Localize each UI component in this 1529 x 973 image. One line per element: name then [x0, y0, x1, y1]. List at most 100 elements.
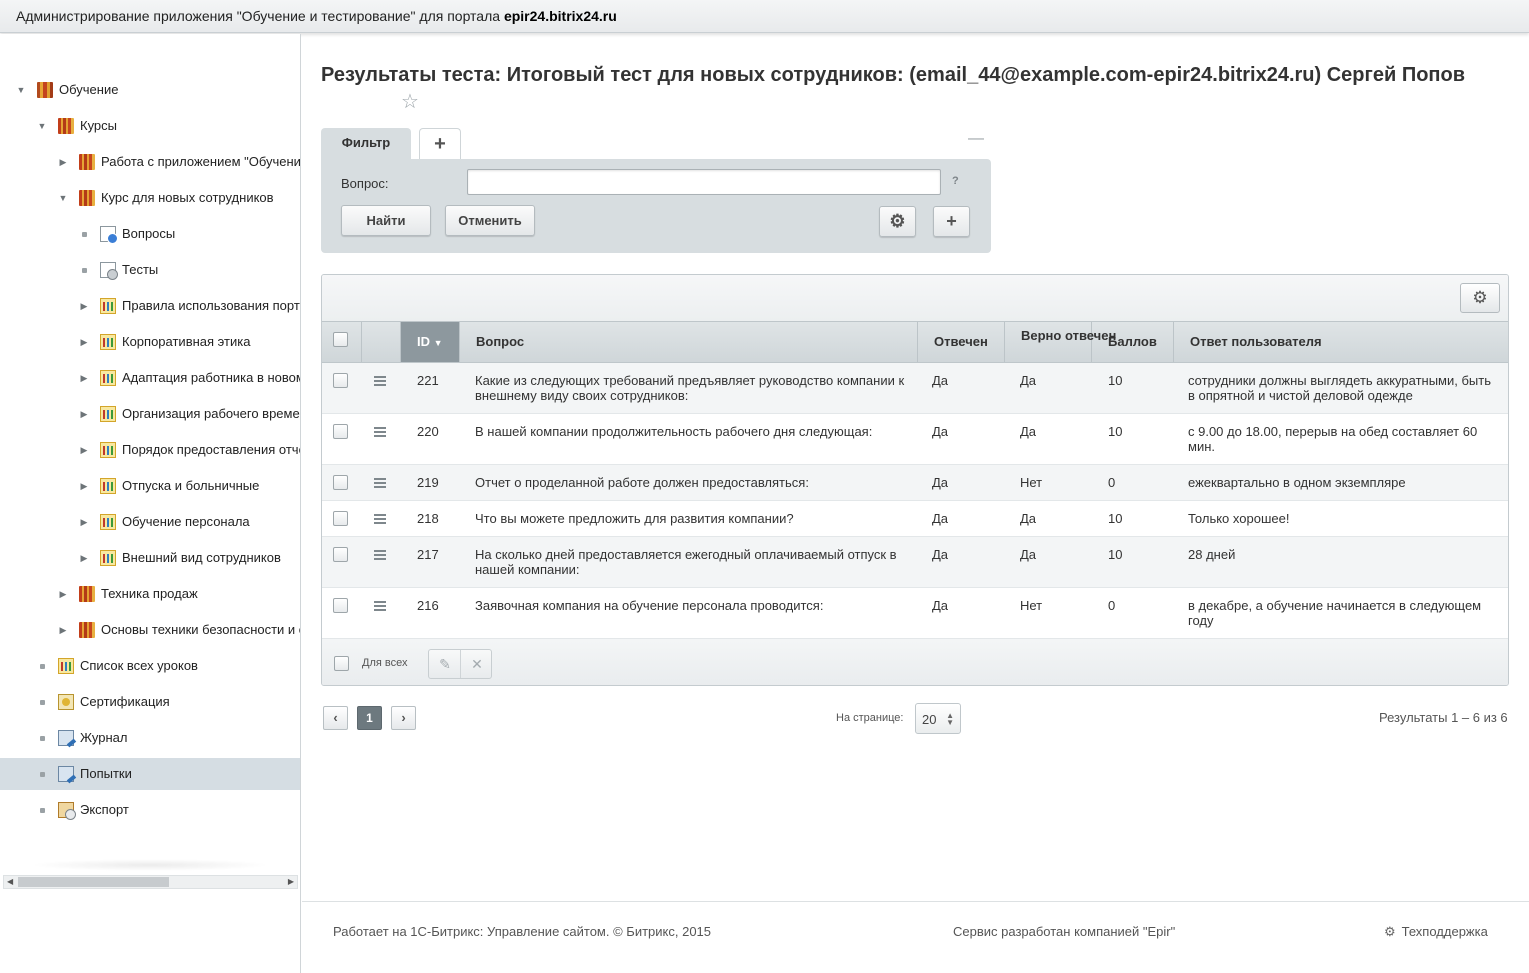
row-menu-icon[interactable]	[374, 514, 386, 524]
test-doc-icon	[100, 262, 118, 280]
chart-icon	[100, 478, 116, 494]
expand-arrow-icon[interactable]: ▶	[79, 470, 89, 502]
edit-pencil-icon[interactable]: ✎	[429, 650, 461, 678]
sidebar-item[interactable]: ▼ Курсы	[0, 110, 300, 142]
scroll-right-arrow-icon[interactable]: ▶	[288, 876, 294, 888]
row-menu-icon[interactable]	[374, 601, 386, 611]
expand-arrow-icon[interactable]: ▶	[58, 146, 68, 178]
sidebar-item[interactable]: ▶ Организация рабочего времени	[0, 398, 300, 430]
bullet-icon	[37, 758, 47, 790]
page-title: Результаты теста: Итоговый тест для новы…	[321, 64, 1466, 86]
sidebar-item[interactable]: Сертификация	[0, 686, 300, 718]
expand-arrow-icon[interactable]: ▶	[79, 398, 89, 430]
table-row[interactable]: 216 Заявочная компания на обучение персон…	[322, 588, 1508, 639]
sidebar-item[interactable]: ▶ Порядок предоставления отчетности	[0, 434, 300, 466]
support-link[interactable]: ⚙ Техподдержка	[1384, 924, 1488, 940]
sidebar-item[interactable]: ▶ Обучение персонала	[0, 506, 300, 538]
sidebar-item[interactable]: ▶ Работа с приложением "Обучение и тестир…	[0, 146, 300, 178]
current-page-button[interactable]: 1	[357, 706, 382, 730]
cell-score: 0	[1108, 475, 1116, 490]
sidebar-item[interactable]: Журнал	[0, 722, 300, 754]
sidebar-shadow	[30, 859, 270, 871]
expand-arrow-icon[interactable]: ▶	[79, 506, 89, 538]
sidebar-item[interactable]: Попытки	[0, 758, 300, 790]
sidebar-item[interactable]: ▶ Корпоративная этика	[0, 326, 300, 358]
expand-arrow-icon[interactable]: ▶	[79, 362, 89, 394]
sidebar-item[interactable]: ▶ Адаптация работника в новом коллективе	[0, 362, 300, 394]
expand-arrow-icon[interactable]: ▶	[58, 614, 68, 646]
sidebar-item-label: Корпоративная этика	[122, 334, 251, 349]
sidebar-item[interactable]: ▶ Отпуска и больничные	[0, 470, 300, 502]
row-checkbox[interactable]	[333, 598, 348, 613]
row-checkbox[interactable]	[333, 424, 348, 439]
column-header-answered[interactable]: Отвечен	[918, 322, 1005, 362]
expand-arrow-icon[interactable]: ▶	[79, 326, 89, 358]
table-row[interactable]: 220 В нашей компании продолжительность ра…	[322, 414, 1508, 465]
next-page-button[interactable]: ›	[391, 706, 416, 730]
sidebar-item[interactable]: ▶ Внешний вид сотрудников	[0, 542, 300, 574]
sidebar-item[interactable]: ▶ Основы техники безопасности и охраны тр…	[0, 614, 300, 646]
row-menu-icon[interactable]	[374, 427, 386, 437]
collapse-arrow-icon[interactable]: ▼	[58, 182, 68, 214]
attempts-icon	[58, 766, 74, 782]
cell-correct: Да	[1020, 373, 1037, 388]
sidebar-item[interactable]: Список всех уроков	[0, 650, 300, 682]
cell-answered: Да	[932, 373, 949, 388]
sidebar-horizontal-scrollbar[interactable]: ◀ ▶	[3, 875, 298, 889]
help-icon[interactable]: ?	[952, 175, 959, 187]
sidebar-item[interactable]: ▼ Обучение	[0, 74, 300, 106]
table-row[interactable]: 221 Какие из следующих требований предъяв…	[322, 363, 1508, 414]
sidebar-item[interactable]: Экспорт	[0, 794, 300, 826]
filter-settings-gear-icon[interactable]: ⚙	[879, 206, 916, 237]
row-checkbox[interactable]	[333, 373, 348, 388]
per-page-select[interactable]: 20 ▲ ▼	[915, 703, 961, 734]
row-checkbox[interactable]	[333, 547, 348, 562]
row-checkbox[interactable]	[333, 511, 348, 526]
column-header-score[interactable]: Баллов	[1092, 322, 1174, 362]
prev-page-button[interactable]: ‹	[323, 706, 348, 730]
footer-powered-by: Работает на 1С-Битрикс: Управление сайто…	[333, 924, 712, 939]
cell-correct: Да	[1020, 547, 1037, 562]
column-header-user-answer[interactable]: Ответ пользователя	[1174, 322, 1508, 362]
grid-settings-gear-icon[interactable]: ⚙	[1460, 283, 1500, 313]
filter-tab[interactable]: Фильтр	[321, 128, 411, 160]
support-label: Техподдержка	[1401, 924, 1488, 939]
collapse-arrow-icon[interactable]: ▼	[37, 110, 47, 142]
select-all-checkbox[interactable]	[333, 332, 348, 347]
expand-arrow-icon[interactable]: ▶	[79, 434, 89, 466]
row-menu-icon[interactable]	[374, 550, 386, 560]
sidebar-item[interactable]: ▶ Техника продаж	[0, 578, 300, 610]
sidebar-item-label: Экспорт	[80, 802, 129, 817]
expand-arrow-icon[interactable]: ▶	[79, 290, 89, 322]
column-header-question[interactable]: Вопрос	[460, 322, 918, 362]
question-filter-input[interactable]	[467, 169, 941, 195]
add-filter-field-button[interactable]: +	[933, 206, 970, 237]
for-all-checkbox[interactable]	[334, 656, 349, 671]
books-icon	[79, 622, 95, 638]
row-checkbox[interactable]	[333, 475, 348, 490]
sidebar-item[interactable]: ▼ Курс для новых сотрудников	[0, 182, 300, 214]
scroll-left-arrow-icon[interactable]: ◀	[7, 876, 13, 888]
sidebar-item[interactable]: ▶ Правила использования портала	[0, 290, 300, 322]
sidebar-item[interactable]: Тесты	[0, 254, 300, 286]
sidebar-item[interactable]: Вопросы	[0, 218, 300, 250]
column-header-correct[interactable]: Верно отвечен	[1005, 322, 1116, 362]
collapse-filter-icon[interactable]: —	[968, 130, 984, 148]
column-header-id[interactable]: ID ▼	[401, 322, 460, 362]
table-row[interactable]: 219 Отчет о проделанной работе должен пре…	[322, 465, 1508, 501]
add-filter-tab-button[interactable]: +	[419, 128, 461, 160]
delete-x-icon[interactable]: ✕	[461, 650, 493, 678]
cancel-button[interactable]: Отменить	[445, 205, 535, 236]
favorite-star-icon[interactable]: ☆	[401, 89, 419, 115]
collapse-arrow-icon[interactable]: ▼	[16, 74, 26, 106]
scrollbar-thumb[interactable]	[18, 877, 169, 887]
row-menu-icon[interactable]	[374, 478, 386, 488]
expand-arrow-icon[interactable]: ▶	[79, 542, 89, 574]
table-row[interactable]: 218 Что вы можете предложить для развития…	[322, 501, 1508, 537]
grid-footer: Для всех ✎ ✕	[322, 641, 1508, 685]
table-row[interactable]: 217 На сколько дней предоставляется ежего…	[322, 537, 1508, 588]
find-button[interactable]: Найти	[341, 205, 431, 236]
expand-arrow-icon[interactable]: ▶	[58, 578, 68, 610]
row-menu-icon[interactable]	[374, 376, 386, 386]
sidebar-item-label: Отпуска и больничные	[122, 478, 260, 493]
